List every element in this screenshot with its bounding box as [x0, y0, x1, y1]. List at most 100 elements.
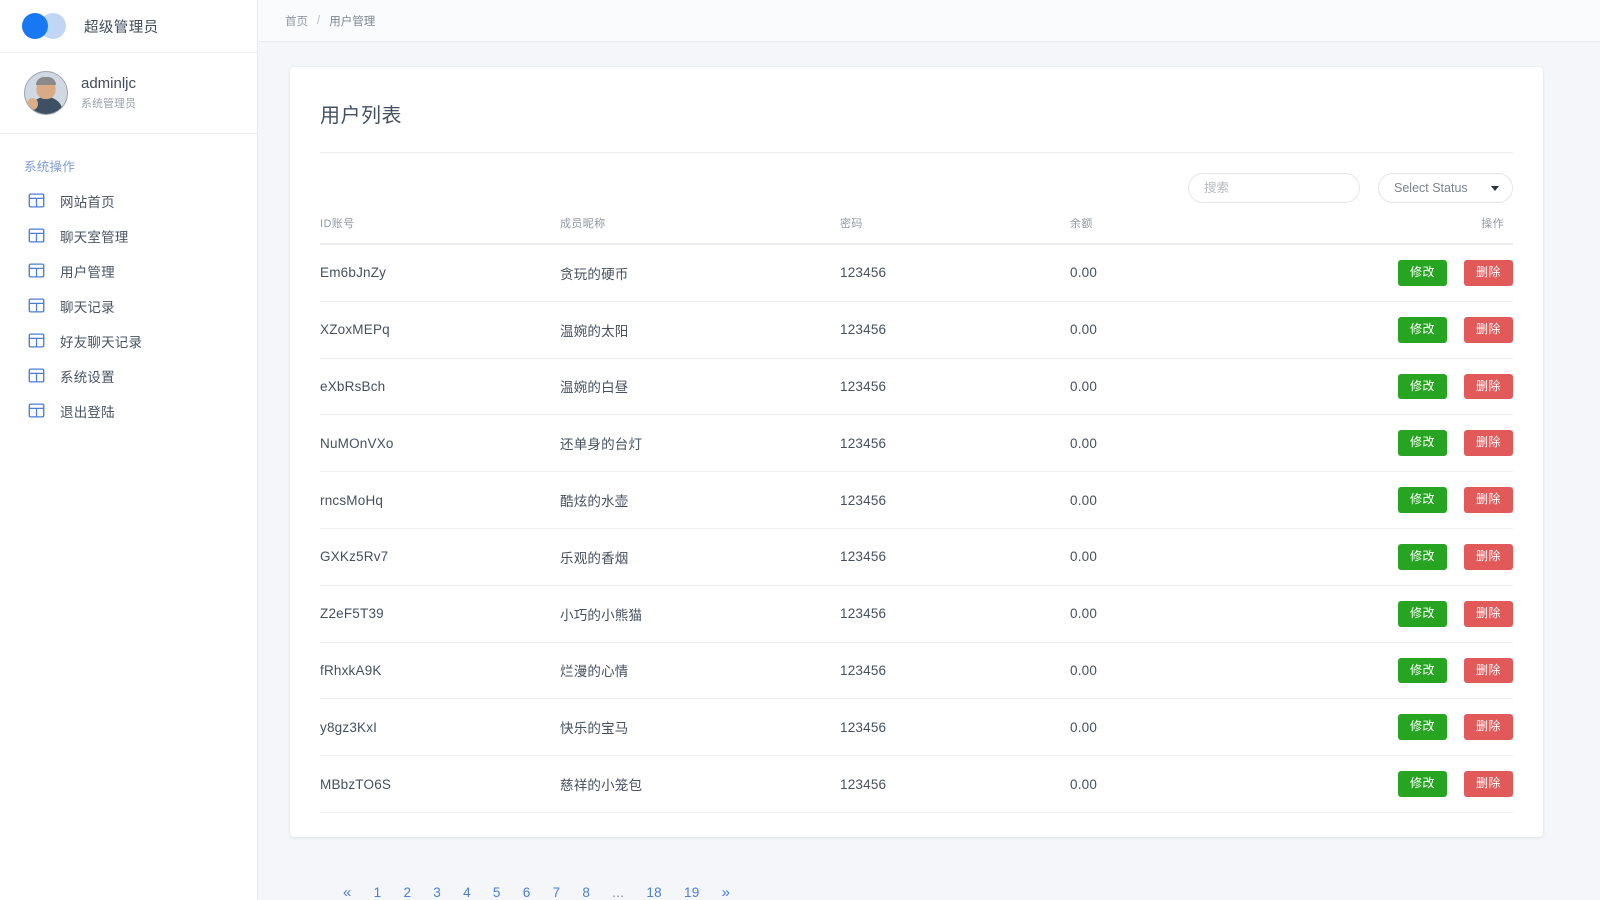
delete-button[interactable]: 删除: [1464, 374, 1513, 400]
brand-header[interactable]: 超级管理员: [0, 0, 257, 53]
cell-actions: 修改 删除: [1350, 472, 1513, 529]
pagination-page-19[interactable]: 19: [673, 881, 711, 900]
delete-button[interactable]: 删除: [1464, 430, 1513, 456]
sidebar-item-chat-records[interactable]: 聊天记录: [0, 288, 257, 323]
pagination-page-5[interactable]: 5: [482, 881, 512, 900]
pagination-page-18[interactable]: 18: [635, 881, 673, 900]
cell-nickname: 烂漫的心情: [560, 642, 840, 699]
edit-button[interactable]: 修改: [1398, 317, 1447, 343]
edit-button[interactable]: 修改: [1398, 714, 1447, 740]
sidebar: 超级管理员 adminljc 系统管理员 系统操作 网: [0, 0, 258, 900]
table-row: rncsMoHq 酷炫的水壶 123456 0.00 修改 删除: [320, 472, 1513, 529]
edit-button[interactable]: 修改: [1398, 601, 1447, 627]
delete-button[interactable]: 删除: [1464, 658, 1513, 684]
pagination-page-7[interactable]: 7: [542, 881, 572, 900]
cell-nickname: 还单身的台灯: [560, 415, 840, 472]
content-area: 用户列表 Select Status ID账号 成员昵称 密码: [258, 42, 1600, 900]
cell-password: 123456: [840, 585, 1070, 642]
cell-balance: 0.00: [1070, 472, 1350, 529]
table-body: Em6bJnZy 贪玩的硬币 123456 0.00 修改 删除 XZoxMEP…: [320, 244, 1513, 812]
delete-button[interactable]: 删除: [1464, 544, 1513, 570]
user-profile[interactable]: adminljc 系统管理员: [0, 53, 257, 134]
delete-button[interactable]: 删除: [1464, 487, 1513, 513]
delete-button[interactable]: 删除: [1464, 714, 1513, 740]
sidebar-item-friend-chat-records[interactable]: 好友聊天记录: [0, 323, 257, 358]
cell-nickname: 乐观的香烟: [560, 528, 840, 585]
cell-id: eXbRsBch: [320, 358, 560, 415]
cell-nickname: 慈祥的小笼包: [560, 756, 840, 813]
cell-id: rncsMoHq: [320, 472, 560, 529]
sidebar-item-label: 聊天记录: [60, 296, 115, 316]
pagination-page-4[interactable]: 4: [452, 881, 482, 900]
sidebar-item-system-settings[interactable]: 系统设置: [0, 358, 257, 393]
sidebar-item-logout[interactable]: 退出登陆: [0, 393, 257, 428]
cell-id: fRhxkA9K: [320, 642, 560, 699]
delete-button[interactable]: 删除: [1464, 601, 1513, 627]
user-list-card: 用户列表 Select Status ID账号 成员昵称 密码: [290, 67, 1543, 837]
table-row: NuMOnVXo 还单身的台灯 123456 0.00 修改 删除: [320, 415, 1513, 472]
breadcrumb-current: 用户管理: [329, 13, 375, 29]
search-input[interactable]: [1188, 173, 1360, 203]
column-header-password: 密码: [840, 215, 1070, 244]
pagination-page-2[interactable]: 2: [392, 881, 422, 900]
sidebar-item-label: 用户管理: [60, 261, 115, 281]
cell-password: 123456: [840, 415, 1070, 472]
app-root: 超级管理员 adminljc 系统管理员 系统操作 网: [0, 0, 1600, 900]
profile-name: adminljc: [81, 75, 136, 94]
table-grid-icon: [28, 367, 45, 384]
status-filter-select[interactable]: Select Status: [1378, 173, 1513, 203]
profile-text: adminljc 系统管理员: [81, 75, 136, 112]
sidebar-item-website-home[interactable]: 网站首页: [0, 183, 257, 218]
cell-balance: 0.00: [1070, 528, 1350, 585]
table-row: Z2eF5T39 小巧的小熊猫 123456 0.00 修改 删除: [320, 585, 1513, 642]
pagination-prev[interactable]: «: [332, 880, 363, 900]
cell-id: MBbzTO6S: [320, 756, 560, 813]
delete-button[interactable]: 删除: [1464, 317, 1513, 343]
breadcrumb-home[interactable]: 首页: [285, 13, 308, 29]
pagination-page-6[interactable]: 6: [512, 881, 542, 900]
delete-button[interactable]: 删除: [1464, 771, 1513, 797]
edit-button[interactable]: 修改: [1398, 260, 1447, 286]
edit-button[interactable]: 修改: [1398, 544, 1447, 570]
cell-balance: 0.00: [1070, 699, 1350, 756]
pagination-page-8[interactable]: 8: [571, 881, 601, 900]
edit-button[interactable]: 修改: [1398, 430, 1447, 456]
table-row: XZoxMEPq 温婉的太阳 123456 0.00 修改 删除: [320, 301, 1513, 358]
cell-nickname: 温婉的白昼: [560, 358, 840, 415]
delete-button[interactable]: 删除: [1464, 260, 1513, 286]
cell-balance: 0.00: [1070, 642, 1350, 699]
sidebar-nav: 网站首页 聊天室管理 用户管理: [0, 183, 257, 428]
cell-balance: 0.00: [1070, 244, 1350, 301]
app-logo-icon: [22, 11, 74, 41]
cell-password: 123456: [840, 756, 1070, 813]
edit-button[interactable]: 修改: [1398, 658, 1447, 684]
table-row: eXbRsBch 温婉的白昼 123456 0.00 修改 删除: [320, 358, 1513, 415]
cell-password: 123456: [840, 699, 1070, 756]
status-filter-label: Select Status: [1394, 181, 1468, 195]
table-row: Em6bJnZy 贪玩的硬币 123456 0.00 修改 删除: [320, 244, 1513, 301]
cell-nickname: 小巧的小熊猫: [560, 585, 840, 642]
column-header-nickname: 成员昵称: [560, 215, 840, 244]
cell-actions: 修改 删除: [1350, 244, 1513, 301]
cell-balance: 0.00: [1070, 415, 1350, 472]
chevron-down-icon: [1491, 186, 1499, 191]
pagination-ellipsis: ...: [601, 881, 635, 900]
table-toolbar: Select Status: [320, 153, 1513, 215]
pagination-page-1[interactable]: 1: [363, 881, 393, 900]
sidebar-item-user-management[interactable]: 用户管理: [0, 253, 257, 288]
edit-button[interactable]: 修改: [1398, 771, 1447, 797]
table-grid-icon: [28, 227, 45, 244]
cell-actions: 修改 删除: [1350, 301, 1513, 358]
pagination-page-3[interactable]: 3: [422, 881, 452, 900]
avatar: [24, 71, 68, 115]
table-grid-icon: [28, 332, 45, 349]
edit-button[interactable]: 修改: [1398, 374, 1447, 400]
edit-button[interactable]: 修改: [1398, 487, 1447, 513]
column-header-balance: 余额: [1070, 215, 1350, 244]
sidebar-item-label: 好友聊天记录: [60, 331, 142, 351]
pagination-next[interactable]: »: [711, 880, 742, 900]
sidebar-item-label: 聊天室管理: [60, 226, 129, 246]
sidebar-item-chatroom-management[interactable]: 聊天室管理: [0, 218, 257, 253]
page-title: 用户列表: [320, 99, 1513, 128]
sidebar-item-label: 网站首页: [60, 191, 115, 211]
